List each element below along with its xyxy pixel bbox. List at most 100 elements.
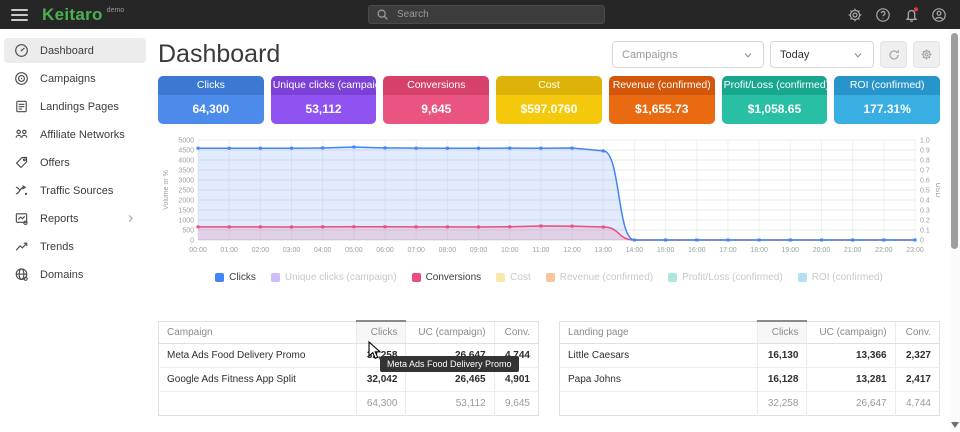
row-value: 13,281: [807, 368, 895, 392]
sidebar-item-domains[interactable]: Domains: [4, 262, 146, 287]
search-icon: [376, 8, 389, 21]
table-header-conv[interactable]: Conv.: [895, 321, 939, 344]
legend-swatch: [798, 273, 807, 282]
sidebar-item-label: Dashboard: [40, 45, 94, 57]
table-header-uc-campaign[interactable]: UC (campaign): [406, 321, 494, 344]
svg-text:Volume or %: Volume or %: [163, 170, 170, 210]
dashboard-controls: Campaigns Today: [612, 41, 940, 68]
svg-text:23:00: 23:00: [906, 247, 924, 254]
legend-label: Revenue (confirmed): [560, 272, 653, 283]
row-name[interactable]: Meta Ads Food Delivery Promo: [159, 344, 357, 368]
legend-item-revenue-confirmed[interactable]: Revenue (confirmed): [546, 272, 653, 283]
svg-text:0: 0: [920, 238, 924, 245]
row-tooltip: Meta Ads Food Delivery Promo: [380, 356, 519, 372]
notifications-bell-icon[interactable]: [902, 6, 920, 24]
scrollbar-thumb[interactable]: [951, 33, 958, 249]
tag-icon: [14, 155, 29, 170]
row-name[interactable]: Papa Johns: [560, 368, 758, 392]
logo[interactable]: Keitaro: [42, 5, 103, 25]
date-range-select[interactable]: Today: [770, 41, 874, 68]
search-input[interactable]: [395, 8, 597, 21]
svg-text:500: 500: [182, 228, 194, 235]
legend-item-clicks[interactable]: Clicks: [215, 272, 256, 283]
sidebar-item-offers[interactable]: Offers: [4, 150, 146, 175]
stat-card-profit-loss-confirmed[interactable]: Profit/Loss (confirmed)$1,058.65: [722, 76, 828, 124]
chart-legend: Clicks Unique clicks (campaign) Conversion…: [158, 272, 940, 283]
landing-page-row[interactable]: Little Caesars16,13013,3662,327: [560, 344, 940, 368]
campaigns-filter-value: Campaigns: [622, 49, 678, 61]
table-header-uc-campaign[interactable]: UC (campaign): [807, 321, 895, 344]
legend-label: Profit/Loss (confirmed): [682, 272, 783, 283]
svg-text:02:00: 02:00: [252, 247, 270, 254]
refresh-button[interactable]: [880, 41, 907, 68]
stat-card-unique-clicks-campaign[interactable]: Unique clicks (campaign)53,112: [271, 76, 377, 124]
table-header-conv[interactable]: Conv.: [494, 321, 538, 344]
legend-item-unique-clicks-campaign[interactable]: Unique clicks (campaign): [271, 272, 397, 283]
svg-text:1500: 1500: [178, 208, 194, 215]
total-value: 53,112: [406, 392, 494, 416]
stat-card-roi-confirmed[interactable]: ROI (confirmed)177.31%: [834, 76, 940, 124]
table-header-first[interactable]: Campaign: [159, 321, 357, 344]
total-value: 9,645: [494, 392, 538, 416]
menu-icon[interactable]: [11, 9, 28, 21]
total-value: 32,258: [757, 392, 807, 416]
stat-card-cost[interactable]: Cost$597.0760: [496, 76, 602, 124]
legend-item-roi-confirmed[interactable]: ROI (confirmed): [798, 272, 883, 283]
settings-gear-icon[interactable]: [846, 6, 864, 24]
sidebar-item-affiliate-networks[interactable]: Affiliate Networks: [4, 122, 146, 147]
search-bar[interactable]: [368, 5, 605, 24]
stat-card-conversions[interactable]: Conversions9,645: [383, 76, 489, 124]
refresh-icon: [887, 48, 901, 62]
user-account-icon[interactable]: [930, 6, 948, 24]
table-header-first[interactable]: Landing page: [560, 321, 758, 344]
landing-pages-table: Landing pageClicksUC (campaign)Conv.Litt…: [559, 320, 940, 416]
stat-card-label: Profit/Loss (confirmed): [722, 76, 828, 95]
table-header-clicks[interactable]: Clicks: [757, 321, 807, 344]
legend-item-conversions[interactable]: Conversions: [412, 272, 482, 283]
chevron-down-icon: [852, 49, 864, 61]
table-totals-row: 32,25826,6474,744: [560, 392, 940, 416]
row-name[interactable]: Little Caesars: [560, 344, 758, 368]
sidebar-item-trends[interactable]: Trends: [4, 234, 146, 259]
row-value: 13,366: [807, 344, 895, 368]
sidebar-item-campaigns[interactable]: Campaigns: [4, 66, 146, 91]
sidebar-item-label: Campaigns: [40, 73, 96, 85]
dashboard-settings-button[interactable]: [913, 41, 940, 68]
help-icon[interactable]: [874, 6, 892, 24]
svg-text:0.9: 0.9: [920, 148, 930, 155]
stat-card-value: $1,058.65: [722, 95, 828, 124]
svg-text:06:00: 06:00: [376, 247, 394, 254]
sidebar: Dashboard Campaigns Landings Pages Affiliat…: [0, 29, 150, 432]
svg-text:21:00: 21:00: [844, 247, 862, 254]
svg-text:07:00: 07:00: [407, 247, 425, 254]
row-name[interactable]: Google Ads Fitness App Split: [159, 368, 357, 392]
sidebar-item-traffic-sources[interactable]: Traffic Sources: [4, 178, 146, 203]
table-header-clicks[interactable]: Clicks: [356, 321, 406, 344]
total-value: 64,300: [356, 392, 406, 416]
svg-text:0.5: 0.5: [920, 188, 930, 195]
topbar-actions: [846, 0, 948, 29]
svg-text:03:00: 03:00: [283, 247, 301, 254]
chevron-right-icon: [125, 213, 136, 224]
legend-item-cost[interactable]: Cost: [496, 272, 531, 283]
svg-text:4500: 4500: [178, 148, 194, 155]
stat-card-revenue-confirmed[interactable]: Revenue (confirmed)$1,655.73: [609, 76, 715, 124]
scrollbar-down-arrow-icon[interactable]: [951, 422, 959, 428]
svg-text:10:00: 10:00: [501, 247, 519, 254]
svg-text:04:00: 04:00: [314, 247, 332, 254]
stat-card-label: Cost: [496, 76, 602, 95]
landing-page-row[interactable]: Papa Johns16,12813,2812,417: [560, 368, 940, 392]
sidebar-item-dashboard[interactable]: Dashboard: [4, 38, 146, 63]
stat-card-clicks[interactable]: Clicks64,300: [158, 76, 264, 124]
svg-text:11:00: 11:00: [532, 247, 549, 254]
main-content: Dashboard Campaigns Today Clicks64,300Un…: [150, 29, 960, 432]
legend-swatch: [215, 273, 224, 282]
legend-label: Cost: [510, 272, 531, 283]
row-value: 2,327: [895, 344, 939, 368]
legend-item-profit-loss-confirmed[interactable]: Profit/Loss (confirmed): [668, 272, 783, 283]
legend-swatch: [412, 273, 421, 282]
sidebar-item-landings-pages[interactable]: Landings Pages: [4, 94, 146, 119]
sidebar-item-reports[interactable]: Reports: [4, 206, 146, 231]
campaigns-filter-select[interactable]: Campaigns: [612, 41, 764, 68]
svg-text:20:00: 20:00: [813, 247, 831, 254]
